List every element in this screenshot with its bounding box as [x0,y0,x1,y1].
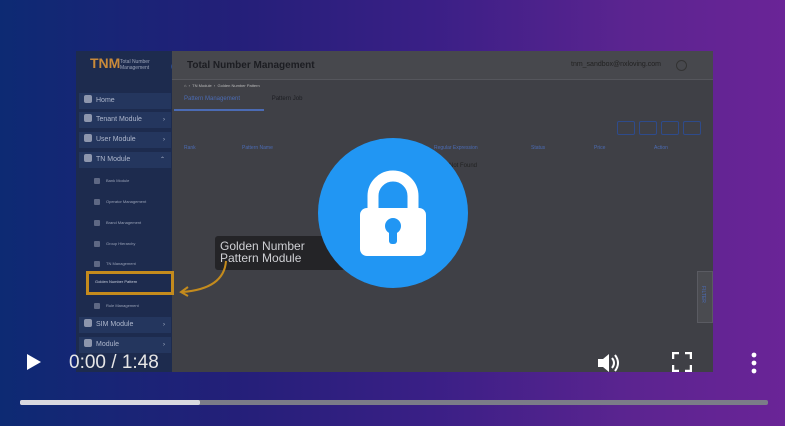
sidebar-item-user[interactable]: User Module › [79,132,171,148]
download-icon[interactable] [661,121,679,135]
col-pattern-name[interactable]: Pattern Name [242,145,273,151]
progress-track[interactable] [20,400,768,405]
upload-icon[interactable] [617,121,635,135]
sidebar-item-tenant[interactable]: Tenant Module › [79,112,171,128]
callout-arrow [179,260,227,297]
logo: TNM Total Number Management [90,55,150,71]
more-options-icon[interactable] [750,352,758,374]
time-display: 0:00 / 1:48 [69,352,159,373]
col-rank[interactable]: Rank [184,145,196,151]
user-icon [84,134,92,142]
play-icon[interactable] [26,353,42,371]
add-icon[interactable] [639,121,657,135]
lock-icon [360,170,426,256]
tab-pattern-job[interactable]: Pattern Job [272,96,303,102]
col-status[interactable]: Status [531,145,545,151]
volume-icon[interactable] [597,352,623,374]
tabs: Pattern Management Pattern Job [184,96,332,102]
breadcrumb: ⌂ › TN Module › Golden Number Pattern [184,83,260,88]
filter-tab[interactable]: FILTER [697,271,713,323]
active-tab-indicator [174,109,264,111]
sidebar-item-home[interactable]: Home [79,93,171,109]
tab-pattern-management[interactable]: Pattern Management [184,96,240,102]
refresh-icon[interactable] [683,121,701,135]
toolbar [613,121,701,140]
sidebar-sub-tn-management[interactable]: TN Management [94,261,136,267]
locked-content-badge [318,138,468,288]
sim-icon [84,319,92,327]
buffered-bar [20,400,200,405]
sidebar-sub-rule[interactable]: Rule Management [94,303,139,309]
page-title: Total Number Management [187,60,315,71]
sidebar: TNM Total Number Management Home Tenant M… [76,51,172,372]
sidebar-sub-group[interactable]: Group Hierarchy [94,241,135,247]
highlighted-sidebar-item[interactable]: Golden Number Pattern [86,271,174,295]
sidebar-sub-operator[interactable]: Operator Management [94,199,146,205]
sidebar-sub-brand[interactable]: Brand Management [94,220,141,226]
user-avatar-icon[interactable] [676,60,687,71]
tenant-icon [84,114,92,122]
sidebar-sub-bank[interactable]: Bank Module [94,178,129,184]
col-action: Action [654,145,668,151]
fullscreen-icon[interactable] [672,352,692,372]
top-bar: Total Number Management tnm_sandbox@nxlo… [172,51,713,80]
tn-icon [84,154,92,162]
user-email[interactable]: tnm_sandbox@nxloving.com [571,61,661,68]
sidebar-item-tn[interactable]: TN Module ⌃ [79,152,171,168]
home-icon [84,95,92,103]
col-price[interactable]: Price [594,145,605,151]
player-controls: 0:00 / 1:48 [0,330,785,426]
